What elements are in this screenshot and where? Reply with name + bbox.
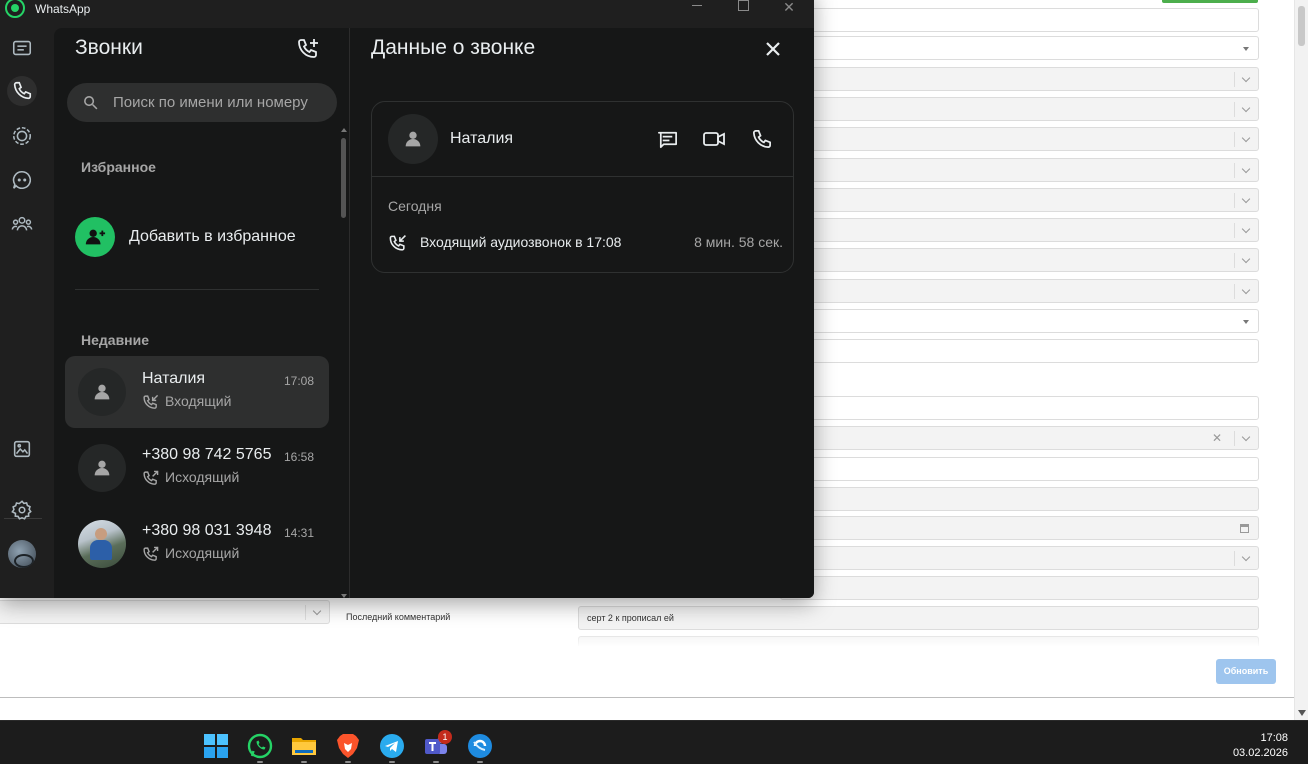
form-field[interactable] [780, 457, 1259, 481]
update-button[interactable]: Обновить [1216, 659, 1276, 684]
close-details-button[interactable] [761, 37, 787, 63]
skype-icon[interactable] [467, 733, 493, 759]
form-field[interactable] [780, 576, 1259, 600]
search-icon [84, 96, 98, 110]
profile-avatar[interactable] [8, 540, 36, 568]
call-time: 16:58 [283, 450, 314, 464]
call-time: 17:08 [283, 374, 314, 388]
favorites-heading: Избранное [81, 159, 156, 175]
call-contact-name: +380 98 031 3948 [142, 522, 272, 539]
form-select[interactable] [780, 67, 1259, 91]
form-field[interactable] [780, 8, 1259, 32]
minimize-button[interactable] [682, 0, 712, 18]
page-scrollbar[interactable] [1294, 0, 1308, 720]
default-avatar-icon [78, 368, 126, 416]
call-contact-name: +380 98 742 5765 [142, 446, 272, 463]
calls-scrollbar[interactable] [341, 128, 347, 598]
voice-call-button[interactable] [748, 126, 774, 152]
form-select[interactable] [0, 600, 330, 624]
form-field[interactable] [780, 396, 1259, 420]
maximize-button[interactable] [728, 0, 758, 18]
call-list-item[interactable]: Наталия 17:08 Входящий [65, 356, 329, 428]
default-avatar-icon [388, 114, 438, 164]
navigation-rail [0, 28, 54, 598]
call-duration: 8 мин. 58 сек. [694, 234, 783, 250]
title-bar: WhatsApp ✕ [0, 0, 814, 20]
call-time: 14:31 [283, 526, 314, 540]
status-icon[interactable] [7, 121, 37, 151]
form-select[interactable] [780, 309, 1259, 333]
add-contact-icon [75, 217, 115, 257]
close-window-button[interactable]: ✕ [774, 0, 804, 22]
call-details-card: Наталия Сегодня Входящий аудиозвонок в 1… [371, 101, 794, 273]
file-explorer-icon[interactable] [291, 733, 317, 759]
whatsapp-icon[interactable] [247, 733, 273, 759]
outgoing-call-icon [143, 546, 159, 561]
taskbar [0, 720, 1308, 764]
form-field[interactable] [780, 487, 1259, 511]
clock-time: 17:08 [1260, 732, 1288, 744]
call-description: Входящий аудиозвонок в 17:08 [420, 234, 622, 250]
form-select[interactable] [780, 97, 1259, 121]
last-comment-field[interactable]: серт 2 к прописал ей [578, 606, 1259, 630]
settings-icon[interactable] [7, 495, 37, 525]
clock-date: 03.02.2026 [1232, 747, 1288, 759]
form-select[interactable] [780, 36, 1259, 60]
system-clock[interactable]: 17:08 03.02.2026 [1233, 731, 1288, 761]
form-select[interactable] [780, 158, 1259, 182]
green-button[interactable] [1162, 0, 1258, 3]
calls-title: Звонки [75, 36, 143, 59]
form-select[interactable] [780, 218, 1259, 242]
close-icon [766, 42, 780, 56]
call-details-title: Данные о звонке [371, 36, 536, 59]
incoming-call-icon [389, 235, 406, 251]
telegram-icon[interactable] [379, 733, 405, 759]
windows-start-icon[interactable] [203, 733, 229, 759]
form-select[interactable]: ✕ [780, 426, 1259, 450]
new-call-button[interactable] [296, 37, 322, 63]
teams-notification-badge: 1 [438, 730, 452, 744]
outgoing-call-icon [143, 470, 159, 485]
video-camera-icon [703, 132, 725, 146]
brave-icon[interactable] [335, 733, 361, 759]
last-comment-label: Последний комментарий [346, 612, 451, 622]
form-select[interactable] [780, 127, 1259, 151]
form-select[interactable] [780, 248, 1259, 272]
add-favorite-button[interactable]: Добавить в избранное [75, 217, 325, 257]
call-details-panel: Данные о звонке Наталия Сегодня Входящий [350, 28, 814, 598]
calls-icon[interactable] [7, 76, 37, 106]
add-favorite-label: Добавить в избранное [129, 228, 296, 245]
call-list-item[interactable]: +380 98 742 5765 16:58 Исходящий [65, 432, 329, 504]
calls-panel: Звонки Избранное Добавить в избранное Не… [54, 28, 350, 598]
whatsapp-window: WhatsApp ✕ Звонки Поиск по имени или ном… [0, 0, 814, 598]
communities-icon[interactable] [7, 209, 37, 239]
incoming-call-icon [143, 394, 159, 409]
recent-heading: Недавние [81, 332, 150, 348]
call-day-label: Сегодня [388, 198, 442, 214]
call-log-entry: Входящий аудиозвонок в 17:08 8 мин. 58 с… [388, 232, 783, 254]
video-call-button[interactable] [701, 126, 727, 152]
phone-icon [752, 129, 771, 148]
window-title: WhatsApp [35, 2, 91, 16]
chat-icon [657, 131, 677, 148]
whatsapp-logo-icon [5, 0, 25, 18]
search-box[interactable] [67, 83, 337, 122]
contact-name: Наталия [450, 130, 514, 147]
date-field[interactable] [780, 516, 1259, 540]
chats-icon[interactable] [7, 33, 37, 63]
channels-icon[interactable] [7, 165, 37, 195]
call-contact-name: Наталия [142, 370, 206, 387]
call-list-item[interactable]: +380 98 031 3948 14:31 Исходящий [65, 508, 329, 580]
form-field[interactable] [780, 339, 1259, 363]
message-button[interactable] [654, 126, 680, 152]
form-select[interactable] [780, 546, 1259, 570]
default-avatar-icon [78, 444, 126, 492]
contact-photo [78, 520, 126, 568]
search-input[interactable] [113, 91, 327, 113]
form-select[interactable] [780, 188, 1259, 212]
add-call-icon [298, 39, 318, 58]
form-select[interactable] [780, 279, 1259, 303]
media-icon[interactable] [7, 434, 37, 464]
